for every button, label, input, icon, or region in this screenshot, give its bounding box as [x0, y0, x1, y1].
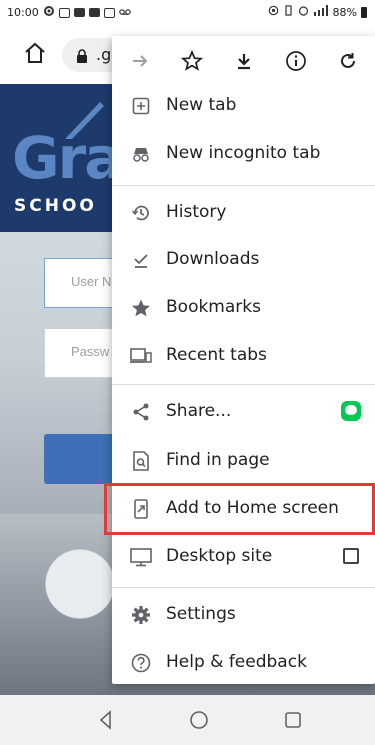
home-icon[interactable] [22, 40, 48, 66]
menu-item-new-tab[interactable]: New tab [112, 82, 375, 130]
username-placeholder: User N [71, 274, 112, 289]
star-icon [130, 297, 152, 319]
school-label: SCHOO [14, 196, 97, 216]
navigation-bar [0, 695, 375, 745]
menu-item-help-feedback[interactable]: Help & feedback [112, 639, 375, 687]
battery-icon [361, 6, 367, 18]
school-logo: Gra [12, 124, 123, 192]
forward-icon[interactable] [126, 47, 154, 75]
menu-item-label: History [166, 202, 227, 222]
incognito-icon [130, 143, 152, 165]
menu-item-label: New incognito tab [166, 143, 321, 163]
menu-item-find-in-page[interactable]: Find in page [112, 437, 375, 485]
help-icon [130, 652, 152, 674]
overflow-menu: New tab New incognito tab History Downlo… [112, 36, 375, 684]
menu-item-recent-tabs[interactable]: Recent tabs [112, 332, 375, 380]
app-notification-icon [73, 8, 85, 17]
info-icon[interactable] [282, 47, 310, 75]
signal-icon [313, 5, 329, 19]
menu-item-label: Find in page [166, 450, 270, 470]
menu-item-label: Desktop site [166, 546, 273, 566]
menu-divider [112, 587, 375, 588]
menu-item-settings[interactable]: Settings [112, 591, 375, 639]
location-icon [268, 5, 279, 19]
home-circle-icon[interactable] [187, 708, 211, 732]
menu-item-label: Help & feedback [166, 652, 307, 672]
menu-item-bookmarks[interactable]: Bookmarks [112, 284, 375, 332]
alarm-icon [298, 5, 309, 19]
history-icon [130, 202, 152, 224]
message-notification-icon [58, 7, 70, 18]
desktop-site-checkbox[interactable] [343, 548, 359, 564]
lock-icon [76, 48, 88, 67]
password-placeholder: Passw [71, 344, 110, 359]
menu-item-downloads[interactable]: Downloads [112, 236, 375, 284]
download-icon[interactable] [230, 47, 258, 75]
menu-item-label: Share... [166, 401, 232, 421]
menu-item-label: New tab [166, 95, 237, 115]
refresh-icon[interactable] [334, 47, 362, 75]
desktop-icon [130, 546, 152, 568]
menu-item-label: Settings [166, 604, 236, 624]
menu-item-label: Recent tabs [166, 345, 267, 365]
recent-tabs-icon [130, 345, 152, 367]
app-notification-icon-2 [88, 8, 100, 17]
vibrate-icon [283, 5, 294, 19]
gear-icon [130, 604, 152, 626]
menu-item-label: Downloads [166, 249, 260, 269]
menu-toolbar [112, 36, 375, 86]
url-text: .g [96, 45, 112, 64]
menu-item-desktop-site[interactable]: Desktop site [112, 533, 375, 581]
bookmark-star-icon[interactable] [178, 47, 206, 75]
menu-divider [112, 384, 375, 385]
find-icon [130, 450, 152, 472]
messenger-app-icon[interactable] [341, 401, 361, 421]
battery-percent: 88% [332, 5, 357, 19]
downloads-icon [130, 249, 152, 271]
status-bar: 10:00 88% [0, 0, 375, 26]
new-tab-icon [130, 95, 152, 117]
voicemail-icon [118, 6, 131, 19]
status-time: 10:00 [7, 6, 39, 19]
highlight-box [104, 483, 375, 535]
menu-item-history[interactable]: History [112, 189, 375, 237]
gallery-notification-icon [103, 7, 115, 18]
share-icon [130, 401, 152, 423]
recents-icon[interactable] [281, 708, 305, 732]
menu-item-share[interactable]: Share... [112, 388, 375, 436]
settings-notification-icon [43, 5, 55, 20]
menu-divider [112, 185, 375, 186]
menu-item-label: Bookmarks [166, 297, 261, 317]
back-icon[interactable] [94, 708, 118, 732]
menu-item-new-incognito-tab[interactable]: New incognito tab [112, 130, 375, 178]
